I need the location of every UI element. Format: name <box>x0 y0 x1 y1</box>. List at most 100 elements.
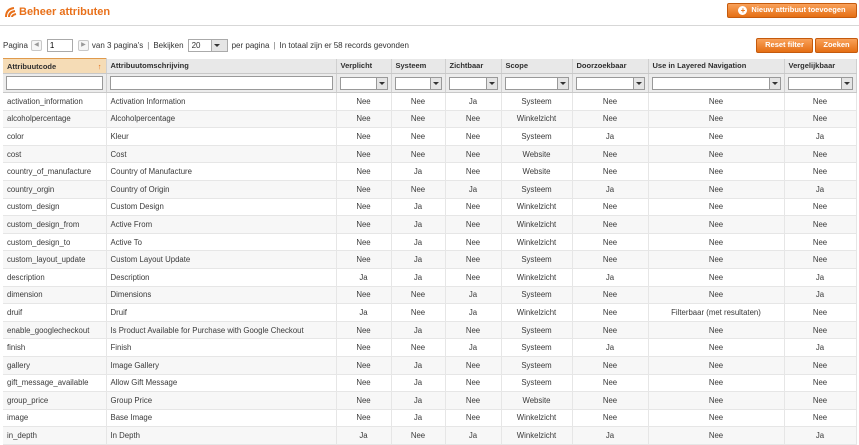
cell-comparable: Nee <box>784 92 857 111</box>
pager: Pagina ◀ ▶ van 3 pagina's | Bekijken 20 … <box>3 38 409 52</box>
column-header-doorzoekbaar[interactable]: Doorzoekbaar <box>572 58 649 74</box>
filter-system-select[interactable] <box>394 76 442 90</box>
cell-visible: Ja <box>445 92 502 111</box>
cell-searchable: Nee <box>572 250 649 269</box>
table-row[interactable]: druif Druif Ja Nee Ja Winkelzicht Nee Filterbaa… <box>3 303 857 322</box>
table-row[interactable]: image Base Image Nee Ja Nee Winkelzicht Nee Nee… <box>3 409 857 428</box>
cell-attribute-code: custom_design_from <box>3 215 107 234</box>
table-row[interactable]: custom_layout_update Custom Layout Update… <box>3 250 857 269</box>
filter-searchable-select[interactable] <box>575 76 645 90</box>
cell-system: Nee <box>391 127 446 146</box>
prev-page-icon[interactable]: ◀ <box>30 39 42 51</box>
table-row[interactable]: enable_googlecheckout Is Product Availabl… <box>3 321 857 340</box>
cell-system: Nee <box>391 92 446 111</box>
cell-visible: Nee <box>445 162 502 181</box>
cell-attribute-code: description <box>3 268 107 287</box>
cell-system: Ja <box>391 409 446 428</box>
cell-scope: Website <box>501 162 573 181</box>
filter-required-select[interactable] <box>339 76 388 90</box>
next-page-icon[interactable]: ▶ <box>77 39 89 51</box>
column-header-layered-navigation[interactable]: Use in Layered Navigation <box>648 58 785 74</box>
cell-visible: Nee <box>445 250 502 269</box>
reset-filter-button[interactable]: Reset filter <box>756 38 813 53</box>
page-title: Beheer attributen <box>19 6 111 18</box>
cell-scope: Systeem <box>501 250 573 269</box>
cell-comparable: Ja <box>784 338 857 357</box>
chevron-down-icon <box>632 77 644 89</box>
filter-cell <box>501 73 573 93</box>
cell-comparable: Nee <box>784 198 857 217</box>
cell-description: Activation Information <box>106 92 337 111</box>
filter-attribute-code-input[interactable] <box>6 76 103 90</box>
cell-scope: Winkelzicht <box>501 268 573 287</box>
table-row[interactable]: color Kleur Nee Nee Nee Systeem Ja Nee Ja <box>3 127 857 146</box>
cell-system: Ja <box>391 356 446 375</box>
cell-comparable: Ja <box>784 286 857 305</box>
filter-cell <box>106 73 337 93</box>
chevron-down-icon <box>768 77 780 89</box>
cell-attribute-code: country_of_manufacture <box>3 162 107 181</box>
cell-description: Druif <box>106 303 337 322</box>
cell-visible: Ja <box>445 303 502 322</box>
table-row[interactable]: country_orgin Country of Origin Nee Nee Ja Sy… <box>3 180 857 199</box>
column-header-attribuutcode[interactable]: Attribuutcode ↑ <box>3 58 107 74</box>
table-row[interactable]: in_depth In Depth Ja Nee Ja Winkelzicht Ja Nee J… <box>3 426 857 445</box>
cell-required: Nee <box>336 286 392 305</box>
filter-scope-select[interactable] <box>504 76 569 90</box>
table-row[interactable]: custom_design_from Active From Nee Ja Nee Win… <box>3 215 857 234</box>
filter-cell <box>391 73 446 93</box>
column-header-zichtbaar[interactable]: Zichtbaar <box>445 58 502 74</box>
cell-attribute-code: finish <box>3 338 107 357</box>
cell-comparable: Nee <box>784 321 857 340</box>
table-row[interactable]: country_of_manufacture Country of Manufac… <box>3 162 857 181</box>
table-row[interactable]: finish Finish Nee Nee Ja Systeem Ja Nee Ja <box>3 338 857 357</box>
cell-scope: Systeem <box>501 127 573 146</box>
cell-system: Nee <box>391 286 446 305</box>
cell-scope: Winkelzicht <box>501 409 573 428</box>
cell-searchable: Ja <box>572 426 649 445</box>
filter-visible-select[interactable] <box>448 76 498 90</box>
cell-attribute-code: country_orgin <box>3 180 107 199</box>
cell-description: Is Product Available for Purchase with G… <box>106 321 337 340</box>
per-page-select[interactable]: 20 <box>187 38 228 52</box>
table-row[interactable]: alcoholpercentage Alcoholpercentage Nee Nee… <box>3 110 857 129</box>
filter-description-input[interactable] <box>109 76 333 90</box>
view-label: Bekijken <box>153 40 184 50</box>
cell-attribute-code: gift_message_available <box>3 374 107 393</box>
cell-scope: Website <box>501 145 573 164</box>
filter-row <box>3 73 857 93</box>
table-row[interactable]: description Description Ja Ja Nee Winkelzicht… <box>3 268 857 287</box>
table-row[interactable]: gift_message_available Allow Gift Message… <box>3 374 857 393</box>
cell-system: Ja <box>391 233 446 252</box>
column-header-verplicht[interactable]: Verplicht <box>336 58 392 74</box>
cell-system: Nee <box>391 145 446 164</box>
page-number-input[interactable] <box>46 38 73 52</box>
table-row[interactable]: activation_information Activation Informa… <box>3 92 857 111</box>
column-header-scope[interactable]: Scope <box>501 58 573 74</box>
search-button[interactable]: Zoeken <box>815 38 858 53</box>
table-row[interactable]: cost Cost Nee Nee Nee Website Nee Nee Nee <box>3 145 857 164</box>
cell-required: Nee <box>336 374 392 393</box>
cell-required: Nee <box>336 338 392 357</box>
cell-scope: Winkelzicht <box>501 198 573 217</box>
filter-cell <box>784 73 857 93</box>
column-header-vergelijkbaar[interactable]: Vergelijkbaar <box>784 58 857 74</box>
cell-comparable: Ja <box>784 426 857 445</box>
table-row[interactable]: gallery Image Gallery Nee Ja Nee Systeem Nee Ne… <box>3 356 857 375</box>
filter-comparable-select[interactable] <box>787 76 853 90</box>
cell-comparable: Nee <box>784 162 857 181</box>
cell-attribute-code: custom_layout_update <box>3 250 107 269</box>
table-row[interactable]: custom_design Custom Design Nee Ja Nee Winkel… <box>3 198 857 217</box>
cell-required: Nee <box>336 110 392 129</box>
cell-attribute-code: activation_information <box>3 92 107 111</box>
add-attribute-button[interactable]: + Nieuw attribuut toevoegen <box>727 3 857 18</box>
column-header-attribuutomschrijving[interactable]: Attribuutomschrijving <box>106 58 337 74</box>
cell-description: Dimensions <box>106 286 337 305</box>
cell-required: Nee <box>336 250 392 269</box>
filter-layered-navigation-select[interactable] <box>651 76 781 90</box>
cell-searchable: Nee <box>572 374 649 393</box>
table-row[interactable]: dimension Dimensions Nee Nee Ja Systeem Nee Nee… <box>3 286 857 305</box>
column-header-systeem[interactable]: Systeem <box>391 58 446 74</box>
table-row[interactable]: custom_design_to Active To Nee Ja Nee Winkelz… <box>3 233 857 252</box>
table-row[interactable]: group_price Group Price Nee Ja Nee Website Nee… <box>3 391 857 410</box>
